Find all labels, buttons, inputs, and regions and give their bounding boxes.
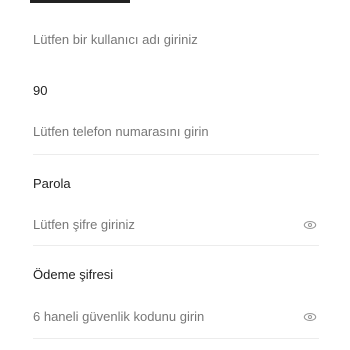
top-divider	[30, 0, 130, 3]
phone-divider	[33, 154, 319, 155]
phone-placeholder: Lütfen telefon numarasını girin	[33, 124, 209, 139]
username-placeholder: Lütfen bir kullanıcı adı giriniz	[33, 32, 198, 47]
password-placeholder: Lütfen şifre giriniz	[33, 217, 135, 232]
password-label: Parola	[33, 176, 71, 191]
password-divider	[33, 245, 319, 246]
eye-icon[interactable]	[303, 310, 317, 324]
registration-form: Lütfen bir kullanıcı adı giriniz 90 Lütf…	[0, 0, 350, 350]
country-code-select[interactable]: 90	[33, 83, 47, 98]
payment-password-label: Ödeme şifresi	[33, 267, 114, 282]
payment-password-divider	[33, 338, 319, 339]
payment-password-placeholder: 6 haneli güvenlik kodunu girin	[33, 309, 205, 324]
eye-icon[interactable]	[303, 218, 317, 232]
